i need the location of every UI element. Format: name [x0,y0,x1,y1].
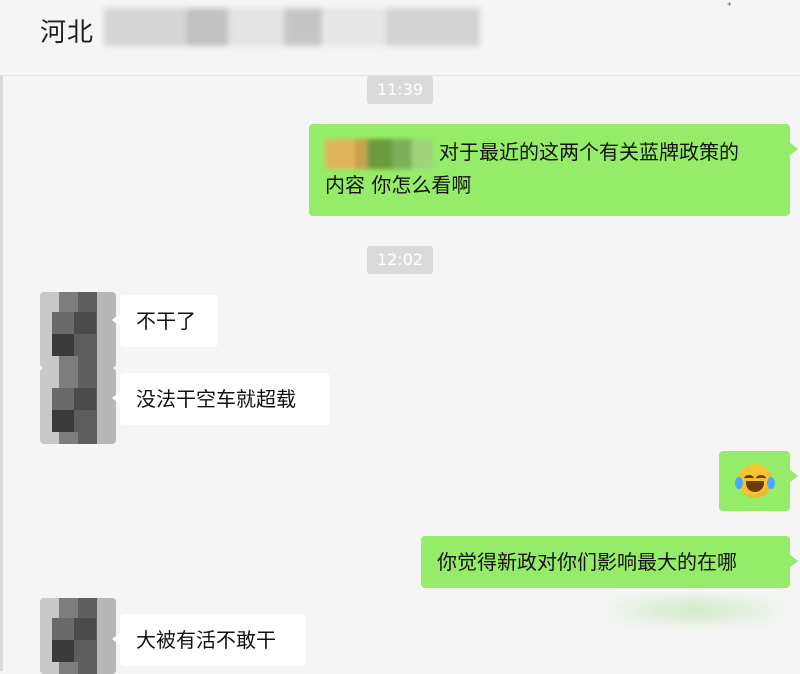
timestamp: 12:02 [366,246,434,274]
more-icon[interactable]: ᐩ [727,0,732,16]
message-bubble-incoming[interactable]: 没法干空车就超载 [112,373,330,425]
message-bubble-outgoing[interactable]: 对于最近的这两个有关蓝牌政策的 内容 你怎么看啊 [309,124,798,216]
timestamp: 11:39 [366,76,434,104]
message-bubble-incoming[interactable]: 不干了 [112,295,218,347]
window-left-edge [0,0,3,671]
chat-header: 河北 ᐩ [0,0,800,76]
message-text: 没法干空车就超载 [136,387,296,411]
crying-laughing-emoji-icon [734,463,775,498]
message-text-line1: 对于最近的这两个有关蓝牌政策的 [439,140,739,164]
title-redaction [104,8,480,46]
message-bubble-incoming[interactable]: 大被有活不敢干 [112,614,306,666]
contact-avatar[interactable] [40,292,116,368]
contact-avatar[interactable] [40,598,116,674]
message-bubble-outgoing[interactable]: 你觉得新政对你们影响最大的在哪 [421,536,798,588]
message-text: 大被有活不敢干 [136,628,276,652]
message-text-line2: 内容 你怎么看啊 [325,172,472,197]
contact-avatar[interactable] [40,368,116,444]
name-redaction [325,138,433,169]
chat-title: 河北 [40,18,95,48]
message-text: 不干了 [136,309,196,333]
redaction-smear [595,598,795,622]
message-text: 你觉得新政对你们影响最大的在哪 [437,550,737,574]
message-bubble-outgoing-emoji[interactable] [719,451,798,511]
